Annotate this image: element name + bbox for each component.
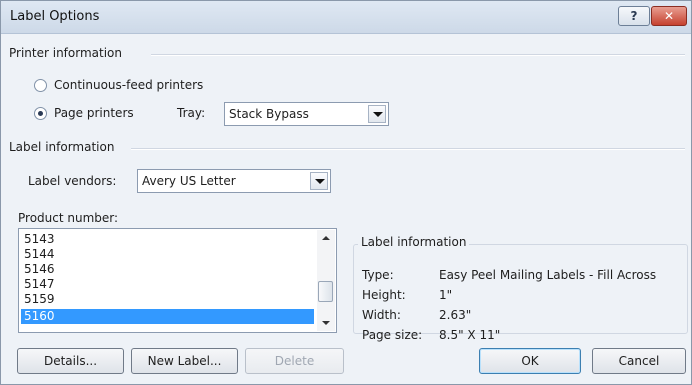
ok-button[interactable]: OK <box>479 348 581 374</box>
printer-info-heading: Printer information <box>9 46 122 60</box>
height-value: 1" <box>439 288 453 302</box>
width-label: Width: <box>362 308 401 322</box>
label-info-separator <box>131 148 685 150</box>
new-label-button[interactable]: New Label... <box>131 348 238 374</box>
list-item-selected[interactable]: 5160 <box>21 309 314 324</box>
list-scrollbar[interactable] <box>317 230 335 331</box>
width-value: 2.63" <box>439 308 472 322</box>
help-button[interactable]: ? <box>618 6 650 26</box>
page-printers-radio[interactable] <box>34 107 47 120</box>
type-value: Easy Peel Mailing Labels - Fill Across <box>439 268 657 282</box>
printer-info-separator <box>151 54 685 56</box>
delete-button[interactable]: Delete <box>245 348 344 374</box>
list-item[interactable]: 5143 <box>21 232 314 247</box>
page-size-label: Page size: <box>362 328 423 342</box>
list-item[interactable]: 5144 <box>21 247 314 262</box>
help-icon: ? <box>630 9 638 23</box>
cancel-button[interactable]: Cancel <box>592 348 686 374</box>
scrollbar-thumb[interactable] <box>318 281 333 302</box>
continuous-feed-radio[interactable] <box>34 79 47 92</box>
label-vendors-select[interactable]: Avery US Letter <box>137 169 331 193</box>
list-item[interactable]: 5147 <box>21 277 314 292</box>
close-button[interactable]: ✕ <box>651 6 687 26</box>
list-item[interactable]: 5159 <box>21 292 314 307</box>
list-item[interactable]: 5146 <box>21 262 314 277</box>
tray-label: Tray: <box>177 106 206 120</box>
tray-value: Stack Bypass <box>229 107 309 121</box>
product-number-list[interactable]: 5143 5144 5146 5147 5159 5160 <box>18 228 337 333</box>
continuous-feed-label[interactable]: Continuous-feed printers <box>54 78 203 92</box>
page-printers-label[interactable]: Page printers <box>54 106 134 120</box>
label-options-dialog: Label Options ? ✕ Printer information Co… <box>0 0 692 385</box>
product-number-label: Product number: <box>18 211 119 225</box>
close-icon: ✕ <box>663 9 675 23</box>
radio-selected-dot <box>38 111 43 116</box>
dialog-title: Label Options <box>10 9 100 24</box>
scroll-up-arrow-icon[interactable] <box>317 230 335 247</box>
label-details-heading: Label information <box>358 235 470 249</box>
dropdown-arrow-icon[interactable] <box>368 105 386 123</box>
page-size-value: 8.5" X 11" <box>439 328 501 342</box>
label-info-heading: Label information <box>9 140 115 154</box>
label-vendors-value: Avery US Letter <box>142 174 236 188</box>
scroll-down-arrow-icon[interactable] <box>317 314 335 331</box>
type-label: Type: <box>362 268 394 282</box>
dialog-body: Printer information Continuous-feed prin… <box>1 34 691 384</box>
height-label: Height: <box>362 288 406 302</box>
details-button[interactable]: Details... <box>17 348 124 374</box>
label-vendors-label: Label vendors: <box>28 174 117 188</box>
title-bar: Label Options ? ✕ <box>1 1 691 34</box>
dropdown-arrow-icon[interactable] <box>310 172 328 190</box>
tray-select[interactable]: Stack Bypass <box>224 102 389 126</box>
